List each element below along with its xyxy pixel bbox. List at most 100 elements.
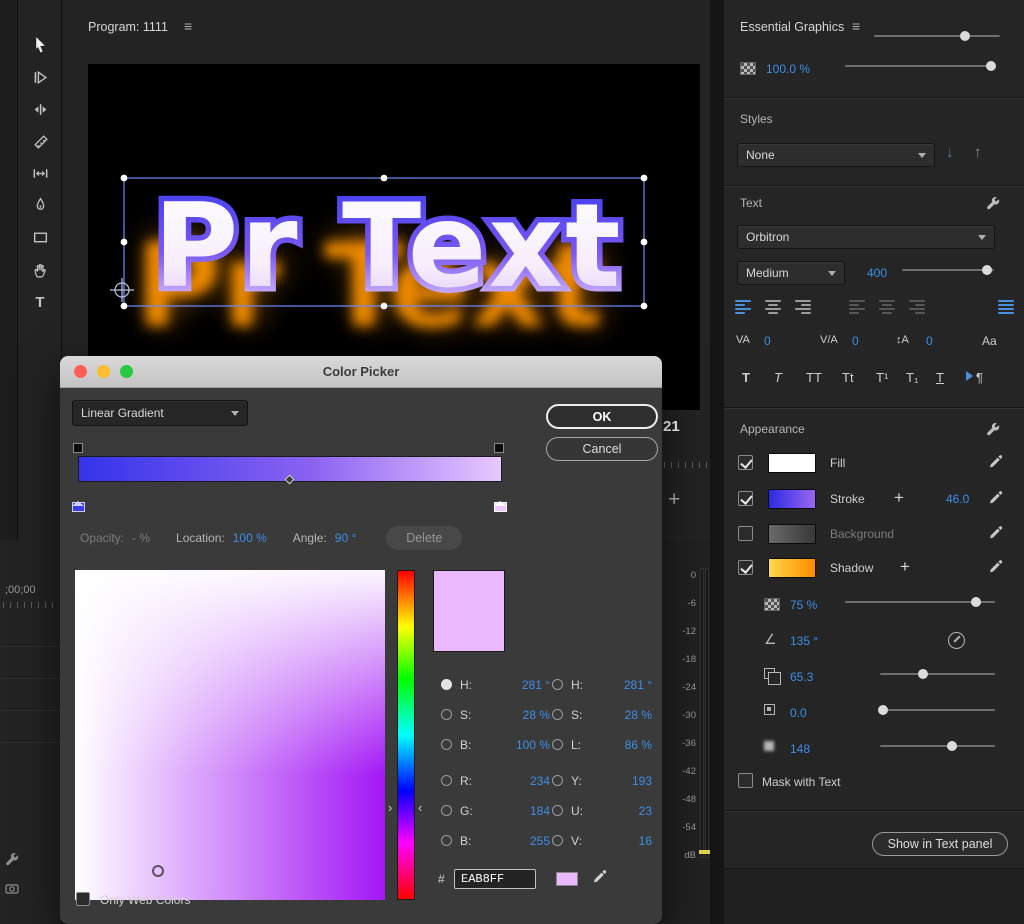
hsl-l-value[interactable]: 86 % <box>608 738 652 752</box>
shadow-distance-value[interactable]: 65.3 <box>790 670 813 684</box>
add-shadow-button[interactable]: + <box>900 557 910 577</box>
stop-opacity-value[interactable]: - % <box>132 531 150 545</box>
hsl-s-value[interactable]: 28 % <box>608 708 652 722</box>
yuv-u-value[interactable]: 23 <box>608 804 652 818</box>
type-tool-button[interactable]: T <box>22 288 58 316</box>
timeline-ruler[interactable] <box>3 602 59 608</box>
yuv-y-radio[interactable] <box>552 775 563 786</box>
font-size-slider[interactable] <box>902 264 994 276</box>
hue-slider[interactable] <box>397 570 415 900</box>
cancel-button[interactable]: Cancel <box>546 437 658 461</box>
pull-style-up-icon[interactable]: ↑ <box>974 144 982 161</box>
shadow-eyedropper-icon[interactable] <box>988 558 1004 574</box>
timeline-settings-wrench-icon[interactable] <box>5 852 19 866</box>
shadow-angle-value[interactable]: 135 ° <box>790 634 818 648</box>
hand-tool-button[interactable] <box>22 256 58 284</box>
subscript-button[interactable]: T₁ <box>906 370 918 385</box>
hex-eyedropper-icon[interactable] <box>592 868 608 884</box>
align-center-button[interactable] <box>765 300 781 314</box>
timecode-display[interactable]: 21 <box>663 418 680 435</box>
delete-stop-button[interactable]: Delete <box>386 526 462 550</box>
justify-last-left-button[interactable] <box>849 300 865 314</box>
minimize-window-button[interactable] <box>97 365 110 378</box>
saturation-brightness-field[interactable] <box>75 570 385 900</box>
gradient-type-dropdown[interactable]: Linear Gradient <box>72 400 248 426</box>
paragraph-direction-button[interactable]: ¶ <box>976 370 983 385</box>
selection-tool-button[interactable] <box>22 30 58 58</box>
camera-icon[interactable] <box>5 882 19 894</box>
stop-location-value[interactable]: 100 % <box>233 531 267 545</box>
title-text-object[interactable]: Pr Text <box>153 179 622 314</box>
background-color-swatch[interactable] <box>768 524 816 544</box>
gradient-opacity-stop-right[interactable] <box>494 443 504 453</box>
justify-last-right-button[interactable] <box>909 300 925 314</box>
stroke-checkbox[interactable] <box>738 491 753 506</box>
gradient-color-stop-left[interactable] <box>72 484 85 512</box>
partial-slider-fragment[interactable] <box>874 30 1000 42</box>
mask-with-text-checkbox[interactable] <box>738 773 753 788</box>
tsume-icon[interactable]: Aa <box>982 334 997 348</box>
color-field-cursor[interactable] <box>152 865 164 877</box>
yuv-u-radio[interactable] <box>552 805 563 816</box>
yuv-y-value[interactable]: 193 <box>608 774 652 788</box>
stroke-eyedropper-icon[interactable] <box>988 489 1004 505</box>
hsb-h-value[interactable]: 281 ° <box>506 678 550 692</box>
hex-color-swatch[interactable] <box>556 872 578 886</box>
rgb-g-radio[interactable] <box>441 805 452 816</box>
push-style-down-icon[interactable]: ↓ <box>946 144 954 161</box>
rgb-r-value[interactable]: 234 <box>506 774 550 788</box>
font-weight-dropdown[interactable]: Medium <box>737 261 845 285</box>
faux-bold-button[interactable]: T <box>742 370 750 385</box>
panel-menu-icon[interactable]: ≡ <box>852 18 860 34</box>
hsl-h-radio[interactable] <box>552 679 563 690</box>
fill-checkbox[interactable] <box>738 455 753 470</box>
background-checkbox[interactable] <box>738 526 753 541</box>
hex-input[interactable] <box>454 869 536 889</box>
shadow-distance-slider[interactable] <box>880 668 995 680</box>
superscript-button[interactable]: T¹ <box>876 370 888 385</box>
fill-color-swatch[interactable] <box>768 453 816 473</box>
gradient-opacity-stop-left[interactable] <box>73 443 83 453</box>
slip-tool-button[interactable] <box>22 159 58 187</box>
tracking-value[interactable]: 0 <box>764 334 771 348</box>
rgb-g-value[interactable]: 184 <box>506 804 550 818</box>
shadow-opacity-slider[interactable] <box>845 596 995 608</box>
fill-eyedropper-icon[interactable] <box>988 453 1004 469</box>
ripple-edit-tool-button[interactable] <box>22 95 58 123</box>
shadow-size-value[interactable]: 0.0 <box>790 706 807 720</box>
shadow-blur-value[interactable]: 148 <box>790 742 810 756</box>
small-caps-button[interactable]: Tt <box>842 370 854 385</box>
styles-dropdown[interactable]: None <box>737 143 935 167</box>
underline-button[interactable]: T <box>936 370 944 385</box>
text-settings-wrench-icon[interactable] <box>986 196 1000 210</box>
layer-opacity-slider[interactable] <box>845 60 995 72</box>
align-right-button[interactable] <box>795 300 811 314</box>
vertical-align-button[interactable] <box>998 300 1014 314</box>
anchor-point[interactable] <box>110 278 134 302</box>
monitor-zoom-ruler[interactable] <box>664 462 708 468</box>
panel-menu-icon[interactable]: ≡ <box>184 18 192 34</box>
angle-dial-control[interactable] <box>948 632 965 649</box>
shadow-color-swatch[interactable] <box>768 558 816 578</box>
font-family-dropdown[interactable]: Orbitron <box>737 225 995 249</box>
yuv-v-value[interactable]: 16 <box>608 834 652 848</box>
gradient-angle-value[interactable]: 90 ° <box>335 531 356 545</box>
zoom-window-button[interactable] <box>120 365 133 378</box>
rectangle-tool-button[interactable] <box>22 223 58 251</box>
razor-tool-button[interactable] <box>22 127 58 155</box>
stroke-width-value[interactable]: 46.0 <box>946 492 969 506</box>
add-marker-plus-icon[interactable]: + <box>668 488 680 512</box>
hsl-s-radio[interactable] <box>552 709 563 720</box>
track-select-tool-button[interactable] <box>22 63 58 91</box>
appearance-settings-wrench-icon[interactable] <box>986 422 1000 436</box>
timeline-timecode[interactable]: ;00;00 <box>5 584 36 596</box>
shadow-checkbox[interactable] <box>738 560 753 575</box>
layer-opacity-value[interactable]: 100.0 % <box>766 62 810 76</box>
panel-separator[interactable] <box>710 0 724 924</box>
show-in-text-panel-button[interactable]: Show in Text panel <box>872 832 1008 856</box>
hsb-s-radio[interactable] <box>441 709 452 720</box>
leading-value[interactable]: 0 <box>926 334 933 348</box>
add-stroke-button[interactable]: + <box>894 488 904 508</box>
hsl-l-radio[interactable] <box>552 739 563 750</box>
kerning-value[interactable]: 0 <box>852 334 859 348</box>
